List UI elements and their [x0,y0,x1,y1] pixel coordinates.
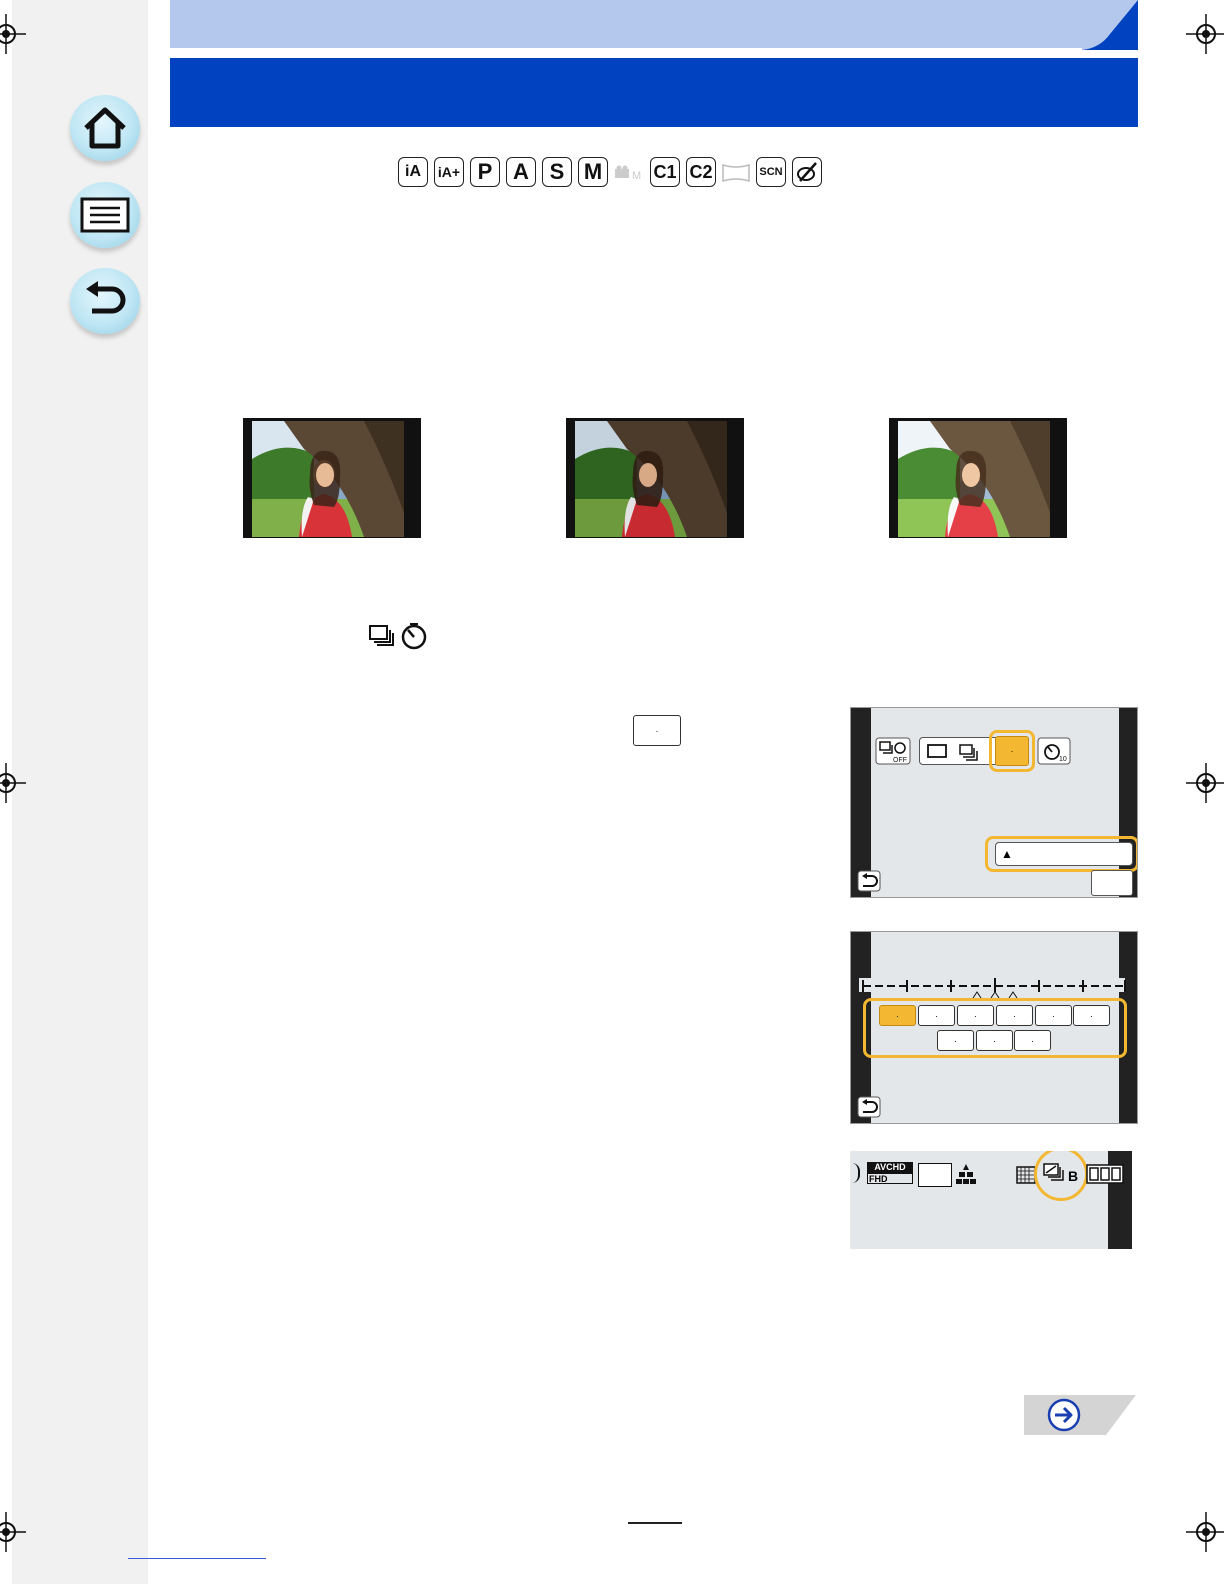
svg-text:10: 10 [1059,756,1067,763]
burst-self-timer-icon [369,623,427,650]
bracket-step-screen: · · · · · · · · · [850,931,1138,1124]
fhd-label: FHD [867,1173,913,1184]
step-option[interactable]: · [957,1005,994,1026]
header-bar [170,58,1138,127]
header-top-band [170,0,1138,50]
svg-text:M: M [632,170,641,181]
registration-mark-icon [1186,763,1224,803]
step-option[interactable]: · [879,1005,916,1026]
quality-icon [956,1164,976,1184]
avchd-label: AVCHD [867,1162,913,1173]
bracket-letter: B [1068,1168,1079,1184]
mode-m-icon: M [578,157,608,187]
registration-mark-icon [0,763,26,803]
panorama-mode-icon [722,163,750,183]
mode-c1-icon: C1 [650,157,680,187]
back-button[interactable] [70,268,140,334]
auto-bracket-option[interactable]: · [995,736,1029,766]
step-option[interactable]: · [918,1005,955,1026]
return-icon[interactable] [857,870,881,892]
recording-format-icon: AVCHD FHD [867,1162,913,1186]
drive-mode-screen: OFF · 10 ▲ [850,707,1138,898]
bracket-key-label: · [633,715,681,746]
picture-size-box [918,1163,952,1187]
page-number-rule [628,1522,682,1524]
mode-s-icon: S [542,157,572,187]
registration-mark-icon [1186,1512,1224,1552]
self-timer-option-icon[interactable]: 10 [1037,737,1071,765]
mode-a-icon: A [506,157,536,187]
back-icon [86,281,126,314]
home-button[interactable] [70,95,140,161]
creative-video-mode-icon: M [615,165,641,181]
registration-mark-icon [1186,14,1224,54]
status-left-mark [850,1163,860,1183]
arrow-right-icon [1050,1400,1080,1430]
sample-photo-3 [889,418,1067,538]
status-screen: AVCHD FHD B [850,1151,1132,1249]
step-option[interactable]: · [937,1030,974,1051]
burst-icon [959,744,978,761]
menu-list-icon [80,197,130,233]
set-button[interactable] [1091,870,1133,896]
step-option[interactable]: · [996,1005,1033,1026]
step-option[interactable]: · [976,1030,1013,1051]
single-shot-icon [927,744,947,758]
home-icon [84,107,126,149]
menu-button[interactable] [70,182,140,248]
registration-mark-icon [0,14,26,54]
registration-mark-icon [0,1512,26,1552]
mode-ia-icon: iA [398,157,428,187]
mode-p-icon: P [470,157,500,187]
metering-grid-icon [1016,1166,1036,1184]
step-option[interactable]: · [1014,1030,1051,1051]
mode-ia-plus-icon: iA+ [434,157,464,187]
return-icon[interactable] [857,1096,881,1118]
drive-off-icon: OFF [875,737,911,765]
mode-scn-icon: SCN [756,157,786,187]
svg-text:OFF: OFF [893,757,907,764]
step-option[interactable]: · [1073,1005,1110,1026]
creative-control-mode-icon [792,157,822,187]
next-page-button[interactable] [1024,1395,1136,1435]
sample-photo-2 [566,418,744,538]
mode-c2-icon: C2 [686,157,716,187]
exposure-scale [859,978,1126,999]
step-option[interactable]: · [1035,1005,1072,1026]
drive-mode-group [919,737,999,765]
footer-link-rule [128,1558,266,1559]
battery-icon [1086,1164,1124,1184]
sample-photo-1 [243,418,421,538]
sub-option-button[interactable]: ▲ [995,842,1133,866]
